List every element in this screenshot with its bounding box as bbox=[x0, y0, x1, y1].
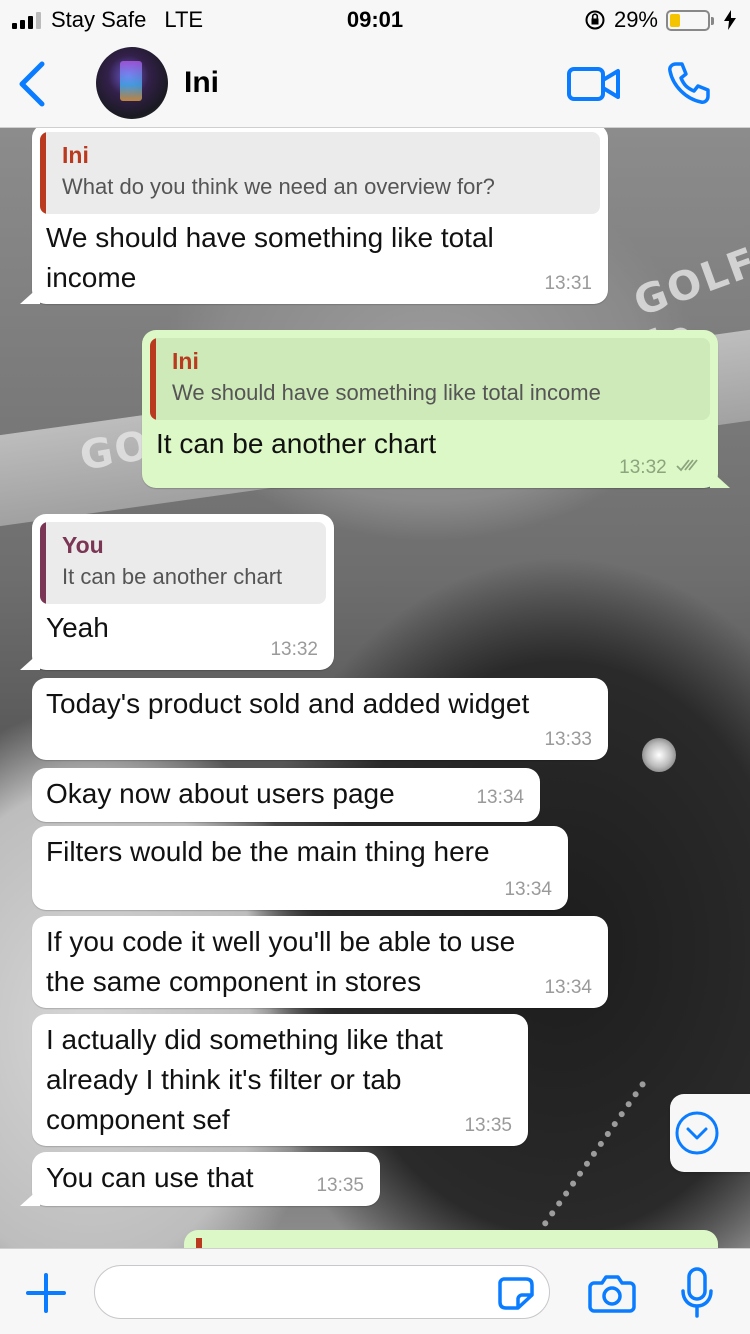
message-time: 13:32 bbox=[619, 457, 667, 478]
message-time: 13:33 bbox=[544, 729, 592, 750]
message-line: already I think it's filter or tab bbox=[46, 1064, 402, 1095]
chevron-left-icon bbox=[19, 61, 45, 107]
chat-header: Ini bbox=[0, 40, 750, 128]
quote-author: Ini bbox=[62, 142, 89, 168]
message-text: Okay now about users page bbox=[32, 768, 540, 814]
message-list[interactable]: Ini What do you think we need an overvie… bbox=[0, 128, 750, 1248]
message-line: Okay now about users page bbox=[46, 778, 395, 809]
contact-avatar[interactable] bbox=[96, 47, 168, 119]
phone-icon bbox=[668, 62, 710, 104]
message-text: If you code it well you'll be able to us… bbox=[32, 916, 608, 1002]
message-line: the same component in stores bbox=[46, 966, 422, 997]
battery-level bbox=[670, 13, 681, 27]
read-ticks-icon bbox=[676, 459, 698, 472]
message-time: 13:34 bbox=[476, 787, 524, 808]
network-type: LTE bbox=[164, 7, 204, 32]
back-button[interactable] bbox=[14, 60, 50, 108]
battery-icon bbox=[666, 9, 714, 31]
message-line: I actually did something like that bbox=[46, 1024, 443, 1055]
message-bubble-incoming[interactable]: I actually did something like that alrea… bbox=[32, 1014, 528, 1146]
message-text: I actually did something like that alrea… bbox=[32, 1014, 528, 1140]
message-bubble-incoming[interactable]: You can use that 13:35 bbox=[32, 1152, 380, 1206]
quote-author: Ini bbox=[172, 348, 199, 374]
quote-author: You bbox=[62, 532, 104, 558]
microphone-icon bbox=[681, 1267, 713, 1318]
message-time: 13:35 bbox=[464, 1115, 512, 1136]
quote-text: It can be another chart bbox=[62, 564, 283, 589]
message-composer bbox=[0, 1248, 750, 1334]
message-time: 13:32 bbox=[270, 639, 318, 660]
video-call-button[interactable] bbox=[566, 64, 622, 104]
message-time-group: 13:32 bbox=[619, 457, 702, 478]
sticker-icon bbox=[498, 1277, 534, 1310]
quote-text: We should have something like total inco… bbox=[172, 380, 601, 405]
status-right-group: 29% bbox=[584, 0, 736, 40]
charging-bolt-icon bbox=[724, 10, 736, 30]
plus-icon bbox=[26, 1273, 66, 1313]
chevron-down-circle-icon bbox=[675, 1111, 719, 1155]
signal-icon bbox=[12, 11, 41, 29]
camera-button[interactable] bbox=[588, 1273, 636, 1313]
message-bubble-incoming[interactable]: If you code it well you'll be able to us… bbox=[32, 916, 608, 1008]
message-text: Filters would be the main thing here bbox=[32, 826, 568, 872]
status-bar: Stay Safe LTE 09:01 29% bbox=[0, 0, 750, 40]
message-line: income bbox=[46, 262, 137, 293]
message-bubble-incoming[interactable]: Okay now about users page 13:34 bbox=[32, 768, 540, 822]
message-text: We should have something like total inco… bbox=[32, 218, 608, 298]
quoted-message[interactable]: You It can be another chart bbox=[40, 522, 326, 604]
sticker-button[interactable] bbox=[496, 1275, 536, 1311]
voice-message-button[interactable] bbox=[680, 1267, 714, 1319]
message-line: We should have something like total bbox=[46, 222, 494, 253]
message-bubble-incoming[interactable]: Ini What do you think we need an overvie… bbox=[32, 128, 608, 304]
quote-text: What do you think we need an overview fo… bbox=[62, 174, 495, 199]
orientation-lock-icon bbox=[585, 10, 605, 30]
video-camera-icon bbox=[567, 67, 620, 101]
message-line: If you code it well you'll be able to us… bbox=[46, 926, 516, 957]
message-bubble-incoming[interactable]: Today's product sold and added widget 13… bbox=[32, 678, 608, 760]
battery-percent: 29% bbox=[613, 7, 658, 32]
message-input[interactable] bbox=[94, 1265, 550, 1319]
attach-button[interactable] bbox=[24, 1271, 68, 1315]
message-bubble-incoming[interactable]: Filters would be the main thing here 13:… bbox=[32, 826, 568, 910]
scroll-to-bottom-button[interactable] bbox=[670, 1094, 750, 1172]
message-line: component sef bbox=[46, 1104, 230, 1135]
message-bubble-incoming[interactable]: You It can be another chart Yeah 13:32 bbox=[32, 514, 334, 670]
message-text: Today's product sold and added widget bbox=[32, 678, 608, 724]
camera-icon bbox=[588, 1275, 636, 1313]
quoted-message[interactable]: Ini We should have something like total … bbox=[150, 338, 710, 420]
message-bubble-outgoing[interactable]: Ini We should have something like total … bbox=[142, 330, 718, 488]
quoted-message[interactable]: Ini What do you think we need an overvie… bbox=[40, 132, 600, 214]
carrier-name: Stay Safe bbox=[51, 7, 147, 32]
message-time: 13:34 bbox=[544, 977, 592, 998]
message-line: Today's product sold and added widget bbox=[46, 688, 530, 719]
message-line: Filters would be the main thing here bbox=[46, 836, 490, 867]
message-time: 13:35 bbox=[316, 1175, 364, 1196]
voice-call-button[interactable] bbox=[666, 60, 712, 106]
contact-name[interactable]: Ini bbox=[184, 66, 219, 100]
message-time: 13:34 bbox=[504, 879, 552, 900]
message-time: 13:31 bbox=[544, 273, 592, 294]
